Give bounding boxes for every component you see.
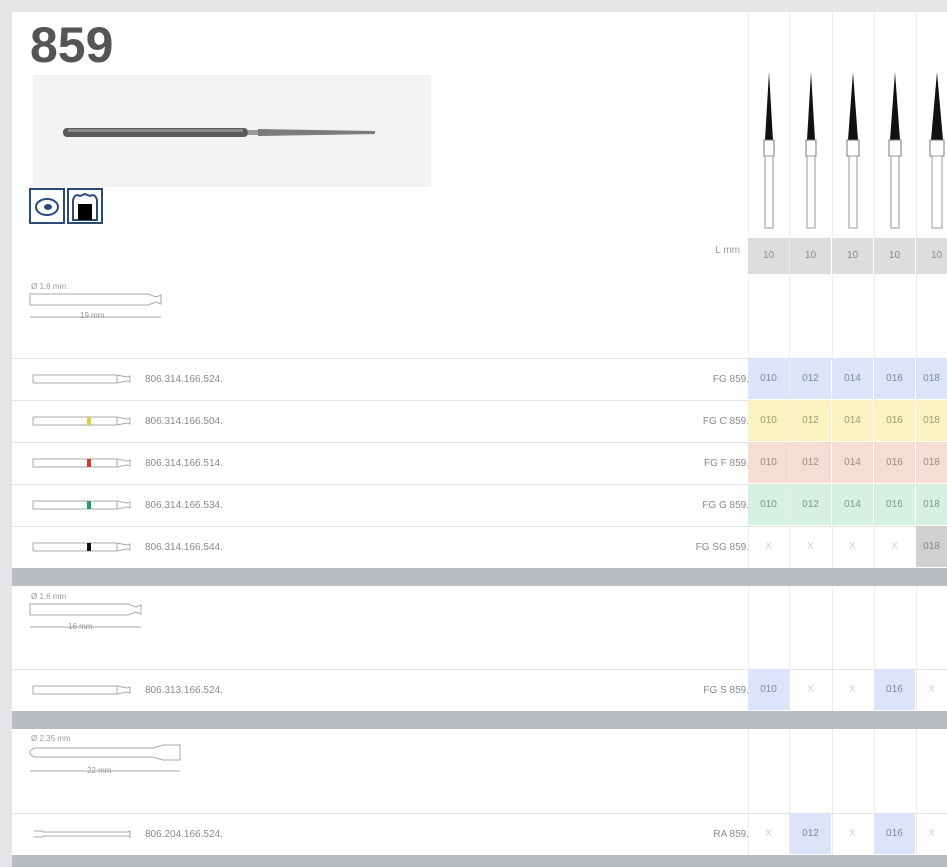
size-cell-unavailable: X: [849, 684, 856, 695]
size-cell[interactable]: 016: [874, 358, 915, 399]
bur-drawing-010: [763, 72, 775, 229]
article-code: 806.314.166.544.: [145, 542, 223, 553]
article-code: 806.314.166.534.: [145, 500, 223, 511]
size-cell[interactable]: 016: [874, 813, 915, 854]
size-cell[interactable]: 012: [790, 813, 831, 854]
size-cell-unavailable: X: [928, 684, 935, 695]
article-type: FG C 859.: [702, 416, 749, 427]
bur-drawing-012: [805, 72, 817, 229]
size-cell[interactable]: 018: [916, 526, 947, 567]
length-value: 10: [832, 238, 873, 274]
group-separator: [12, 711, 947, 729]
size-cell[interactable]: 014: [832, 400, 873, 441]
product-number: 859: [30, 17, 114, 73]
size-cell[interactable]: 010: [748, 669, 789, 710]
length-value: 10: [748, 238, 789, 274]
size-cell[interactable]: 012: [790, 358, 831, 399]
article-type: FG S 859.: [703, 685, 749, 696]
shank-length: 19 mm: [80, 311, 105, 320]
size-cell[interactable]: 018: [916, 400, 947, 441]
size-cell[interactable]: 012: [790, 442, 831, 483]
size-cell[interactable]: 016: [874, 484, 915, 525]
size-cell[interactable]: 016: [874, 400, 915, 441]
length-value: 10: [790, 238, 831, 274]
size-cell-unavailable: X: [765, 828, 772, 839]
length-value: 10: [874, 238, 915, 274]
size-cell[interactable]: 014: [832, 442, 873, 483]
length-value: 10: [916, 238, 947, 274]
size-cell[interactable]: 014: [832, 484, 873, 525]
shank-length: 22 mm: [87, 766, 112, 775]
indication-icons: [29, 188, 103, 228]
article-type: FG F 859.: [703, 458, 749, 469]
size-cell[interactable]: 010: [748, 400, 789, 441]
article-type: FG G 859.: [702, 500, 749, 511]
bur-photo: [33, 75, 431, 187]
article-code: 806.204.166.524.: [145, 829, 223, 840]
size-cell[interactable]: 010: [748, 358, 789, 399]
size-cell[interactable]: 012: [790, 400, 831, 441]
size-cell[interactable]: 016: [874, 442, 915, 483]
size-cell[interactable]: 014: [832, 358, 873, 399]
article-type: RA 859.: [713, 829, 749, 840]
shank-diameter: Ø 1,6 mm: [31, 592, 67, 601]
size-cell[interactable]: 018: [916, 484, 947, 525]
size-cell-unavailable: X: [765, 541, 772, 552]
shank-length: 16 mm: [68, 622, 93, 631]
size-cell[interactable]: 012: [790, 484, 831, 525]
article-type: FG SG 859.: [695, 542, 749, 553]
size-cell-unavailable: X: [807, 684, 814, 695]
crown-prep-icon: [67, 188, 103, 224]
pulp-icon: [29, 188, 65, 224]
shank-diameter: Ø 2,35 mm: [31, 734, 71, 743]
length-label: L mm: [715, 245, 740, 256]
size-cell-unavailable: X: [891, 541, 898, 552]
size-cell[interactable]: 016: [874, 669, 915, 710]
size-cell[interactable]: 010: [748, 442, 789, 483]
bur-drawing-018: [929, 72, 945, 229]
article-code: 806.314.166.514.: [145, 458, 223, 469]
article-code: 806.313.166.524.: [145, 685, 223, 696]
group-separator: [12, 568, 947, 586]
size-cell-unavailable: X: [849, 828, 856, 839]
article-type: FG 859.: [712, 374, 749, 385]
bur-drawing-016: [888, 72, 902, 229]
group-separator: [12, 855, 947, 867]
bur-drawing-014: [846, 72, 860, 229]
size-cell[interactable]: 010: [748, 484, 789, 525]
article-code: 806.314.166.504.: [145, 416, 223, 427]
shank-diameter: Ø 1,6 mm: [31, 282, 67, 291]
article-code: 806.314.166.524.: [145, 374, 223, 385]
size-cell-unavailable: X: [928, 828, 935, 839]
size-cell[interactable]: 018: [916, 442, 947, 483]
size-cell[interactable]: 018: [916, 358, 947, 399]
size-cell-unavailable: X: [807, 541, 814, 552]
size-cell-unavailable: X: [849, 541, 856, 552]
